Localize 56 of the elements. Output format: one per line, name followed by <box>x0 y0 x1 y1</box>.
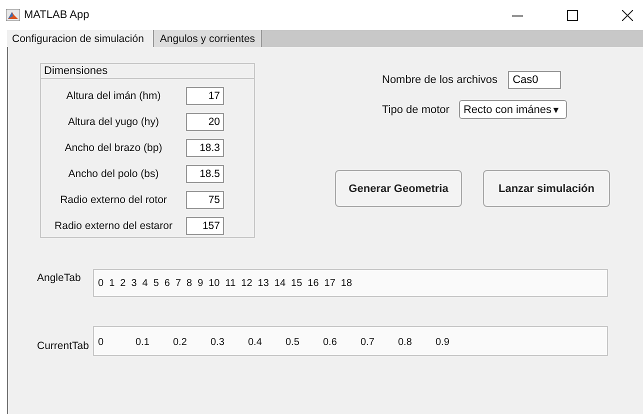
input-field[interactable]: 20 <box>186 113 224 131</box>
field-label: Altura del imán (hm) <box>65 90 162 102</box>
tab[interactable]: Angulos y corrientes <box>154 30 262 47</box>
input-field[interactable]: Cas0 <box>508 71 561 89</box>
table-cell: 1 <box>109 278 115 288</box>
close-icon[interactable] <box>622 10 633 20</box>
table-cell: 8 <box>186 278 192 288</box>
action-button[interactable]: Generar Geometria <box>335 170 462 207</box>
input-field[interactable]: 18.3 <box>186 139 224 157</box>
input-field[interactable]: 75 <box>186 191 224 209</box>
table-cell: 0 <box>98 278 104 288</box>
dropdown[interactable]: Recto con imánes▼ <box>459 100 568 119</box>
field-label: Ancho del polo (bs) <box>67 168 160 180</box>
table-label: CurrentTab <box>37 340 90 352</box>
input-field[interactable]: 157 <box>186 217 224 235</box>
table-cell: 9 <box>198 278 204 288</box>
table-cell: 10 <box>208 278 220 288</box>
table-cell: 7 <box>175 278 181 288</box>
table-cell: 16 <box>308 278 319 288</box>
field-label: Radio externo del estaror <box>54 220 174 232</box>
input-field[interactable]: 17 <box>186 87 224 105</box>
field-label: Radio externo del rotor <box>59 194 168 206</box>
panel-title: Dimensiones <box>41 64 254 79</box>
tab[interactable]: Configuracion de simulación <box>7 30 154 47</box>
table-cell-text: 0.9 <box>436 337 450 348</box>
table-cell-text: 0.7 <box>360 337 376 348</box>
field-label: Tipo de motor <box>382 104 450 116</box>
table-cell-text: 0.5 <box>286 337 300 348</box>
table-cell: 14 <box>274 278 286 288</box>
table-cell-text: 0.4 <box>248 337 263 348</box>
table-cell-text: 0.1 <box>136 337 150 348</box>
table-cell: 15 <box>291 278 302 288</box>
table-label: AngleTab <box>37 272 82 284</box>
app-logo-icon <box>6 9 20 21</box>
table-cell: 3 <box>131 278 137 288</box>
table-cell: 6 <box>164 278 170 288</box>
table-cell: 5 <box>153 278 159 288</box>
table-cell-text: 0.6 <box>323 337 338 348</box>
field-label: Nombre de los archivos <box>382 74 498 86</box>
maximize-icon[interactable] <box>567 10 578 20</box>
table-cell: 11 <box>225 278 236 288</box>
table-cell: 12 <box>241 278 252 288</box>
table-cell-text: 0 <box>98 337 105 348</box>
table-cell-text: 0.2 <box>173 337 188 348</box>
table-cell-text: 0.8 <box>398 337 413 348</box>
table-cell: 13 <box>258 278 269 288</box>
action-button[interactable]: Lanzar simulación <box>483 170 610 207</box>
table-cell: 17 <box>324 278 336 288</box>
field-label: Altura del yugo (hy) <box>66 116 160 128</box>
table-cell: 4 <box>142 278 148 288</box>
table-cell: 2 <box>120 278 126 288</box>
table-cell: 18 <box>340 278 352 288</box>
input-field[interactable]: 18.5 <box>186 165 224 183</box>
window-title: MATLAB App <box>24 9 90 21</box>
table-cell-text: 0.3 <box>210 337 226 348</box>
field-label: Ancho del brazo (bp) <box>64 142 164 154</box>
